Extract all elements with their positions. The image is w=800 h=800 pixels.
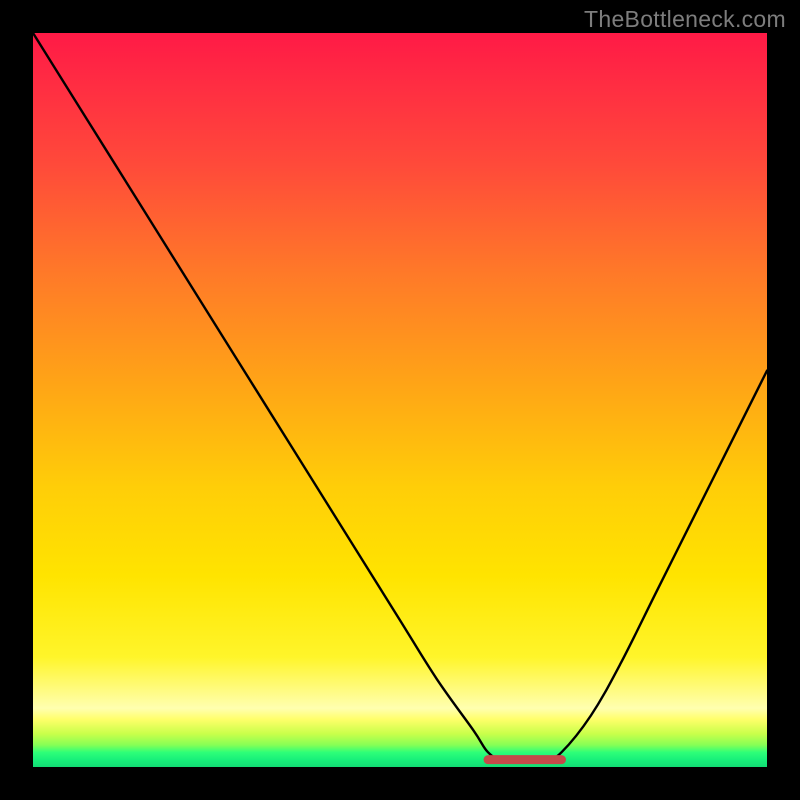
curve-layer (33, 33, 767, 767)
chart-outer-frame: TheBottleneck.com (0, 0, 800, 800)
plot-area (33, 33, 767, 767)
watermark-text: TheBottleneck.com (584, 6, 786, 33)
bottleneck-curve-path (33, 33, 767, 760)
